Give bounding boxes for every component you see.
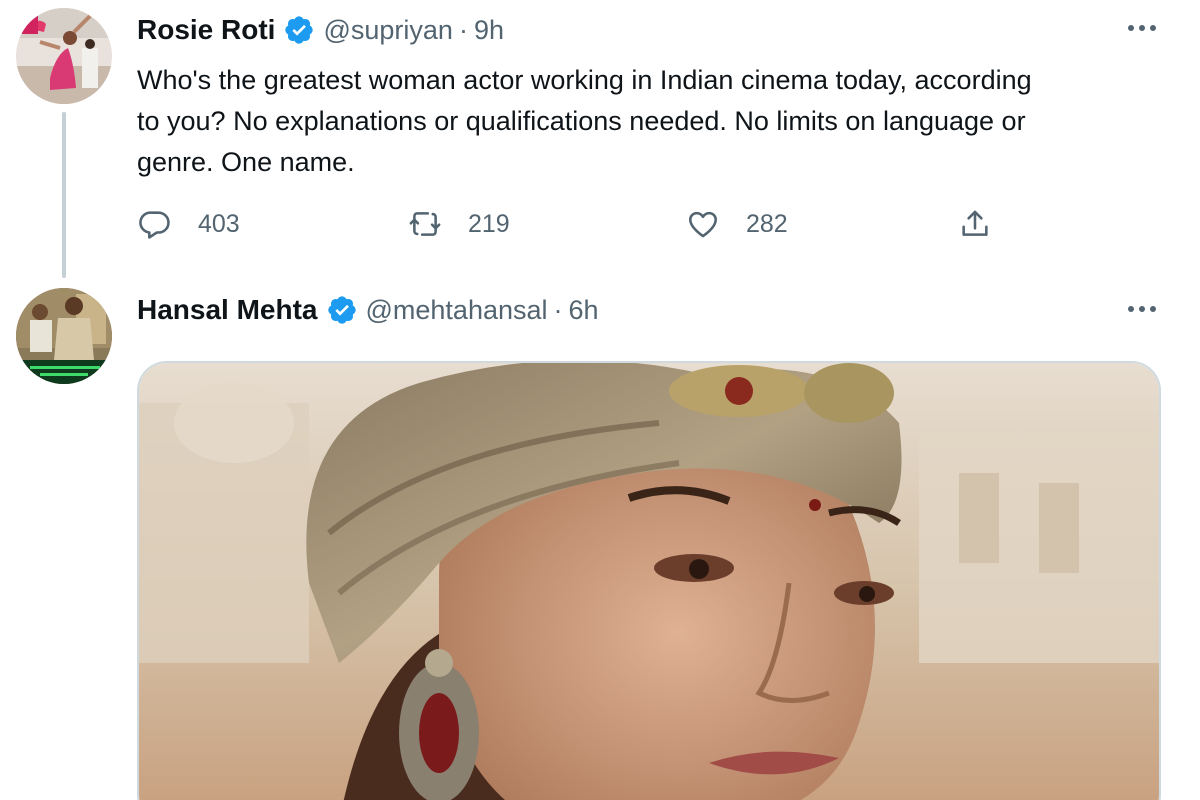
user-handle[interactable]: @mehtahansal	[366, 295, 548, 326]
user-handle[interactable]: @supriyan	[323, 15, 452, 46]
tweet-thread: Rosie Roti @supriyan · 9h Who's the grea…	[0, 0, 1200, 800]
reply-count: 403	[198, 209, 240, 238]
tweet-timestamp[interactable]: 9h	[474, 15, 504, 46]
avatar-rosie-roti[interactable]	[16, 8, 112, 104]
tweet-header: Hansal Mehta @mehtahansal · 6h	[137, 290, 599, 330]
verified-badge-icon	[283, 14, 315, 46]
avatar-hansal-mehta[interactable]	[16, 288, 112, 384]
display-name[interactable]: Rosie Roti	[137, 14, 275, 46]
more-options-icon[interactable]	[1122, 16, 1162, 40]
like-button[interactable]: 282	[686, 204, 788, 244]
tweet-timestamp[interactable]: 6h	[569, 295, 599, 326]
retweet-icon	[409, 212, 441, 236]
more-options-icon[interactable]	[1122, 297, 1162, 321]
tweet-text: Who's the greatest woman actor working i…	[137, 65, 1032, 177]
share-icon	[962, 210, 988, 236]
share-button[interactable]	[958, 204, 992, 244]
separator-dot: ·	[553, 294, 563, 325]
retweet-button[interactable]: 219	[408, 204, 510, 244]
thread-connector-line	[62, 112, 66, 278]
tweet-header: Rosie Roti @supriyan · 9h	[137, 10, 504, 50]
reply-icon	[139, 211, 170, 239]
heart-icon	[688, 211, 718, 238]
reply-button[interactable]: 403	[138, 204, 240, 244]
tweet-media-image[interactable]	[137, 361, 1161, 800]
verified-badge-icon	[326, 294, 358, 326]
retweet-count: 219	[468, 209, 510, 238]
like-count: 282	[746, 209, 788, 238]
display-name[interactable]: Hansal Mehta	[137, 294, 318, 326]
separator-dot: ·	[458, 14, 468, 45]
